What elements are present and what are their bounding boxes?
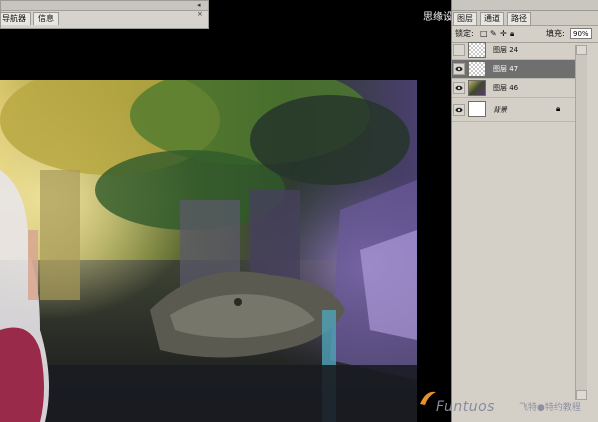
lock-move-icon[interactable]: ✛ xyxy=(500,29,507,39)
layers-tabs: 图层 通道 路径 xyxy=(452,11,598,26)
tab-channels[interactable]: 通道 xyxy=(480,12,504,26)
layer-thumbnail xyxy=(468,61,486,77)
navigator-panel-titlebar[interactable]: ◂ × xyxy=(1,1,208,18)
layer-thumbnail xyxy=(468,80,486,96)
layers-panel-titlebar[interactable] xyxy=(452,0,598,11)
layer-name: 图层 24 xyxy=(493,46,519,54)
painting-image xyxy=(0,80,417,422)
layers-panel: 图层 通道 路径 锁定: □ ✎ ✛ 🔒︎ 填充: 90% 图层 24 图层 4… xyxy=(451,0,598,422)
navigator-panel: ◂ × 导航器 信息 xyxy=(0,0,209,29)
layer-name: 图层 47 xyxy=(493,65,519,73)
panel-controls[interactable]: ◂ × xyxy=(197,1,208,19)
visibility-toggle-empty[interactable] xyxy=(453,44,465,56)
layer-thumbnail xyxy=(468,42,486,58)
fill-label: 填充: xyxy=(546,29,565,38)
eye-icon xyxy=(455,85,463,91)
layer-name: 图层 46 xyxy=(493,84,519,92)
layer-name: 背景 xyxy=(493,106,507,114)
eye-icon xyxy=(455,107,463,113)
tab-navigator[interactable]: 导航器 xyxy=(1,12,31,25)
visibility-toggle[interactable] xyxy=(453,104,465,116)
visibility-toggle[interactable] xyxy=(453,63,465,75)
layer-thumbnail xyxy=(468,101,486,117)
lock-icon: 🔒︎ xyxy=(556,104,561,113)
layers-scrollbar[interactable] xyxy=(575,45,587,400)
watermark-subtitle: 飞特●特约教程 xyxy=(519,403,581,413)
layer-row-46[interactable]: 图层 46 xyxy=(452,79,575,98)
scroll-down-arrow-icon[interactable] xyxy=(576,390,587,400)
funtuos-logo-icon xyxy=(420,391,436,405)
scroll-up-arrow-icon[interactable] xyxy=(576,45,587,55)
layer-row-24[interactable]: 图层 24 xyxy=(452,41,575,60)
tab-info[interactable]: 信息 xyxy=(33,12,59,25)
tab-layers[interactable]: 图层 xyxy=(453,12,477,26)
watermark-brand: Funtuos xyxy=(436,399,495,415)
lock-label: 锁定: xyxy=(455,29,474,38)
eye-icon xyxy=(455,66,463,72)
fill-input[interactable]: 90% xyxy=(570,28,592,39)
lock-all-icon[interactable]: 🔒︎ xyxy=(510,29,514,39)
tab-paths[interactable]: 路径 xyxy=(507,12,531,26)
layers-list: 图层 24 图层 47 图层 46 背景 🔒︎ xyxy=(452,41,575,401)
lock-brush-icon[interactable]: ✎ xyxy=(490,29,497,39)
layer-row-47[interactable]: 图层 47 xyxy=(452,60,575,79)
visibility-toggle[interactable] xyxy=(453,82,465,94)
layer-row-background[interactable]: 背景 🔒︎ xyxy=(452,98,575,122)
canvas-image[interactable] xyxy=(0,80,417,422)
lock-transparency-icon[interactable]: □ xyxy=(480,29,488,39)
